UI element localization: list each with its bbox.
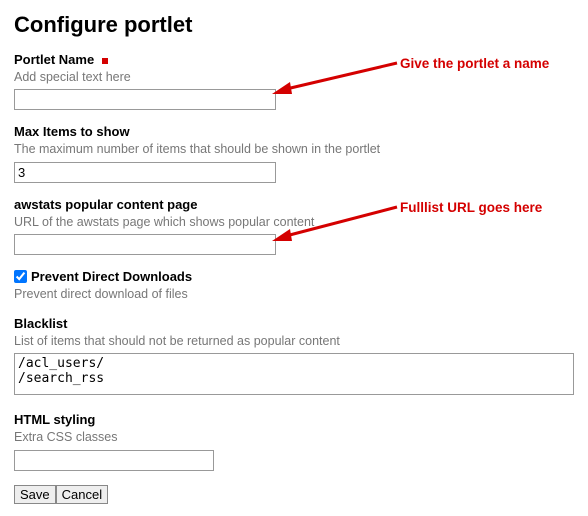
portlet-name-input[interactable] (14, 89, 276, 110)
annotation-name-text: Give the portlet a name (400, 56, 549, 71)
awstats-page-input[interactable] (14, 234, 276, 255)
required-marker-icon (102, 58, 108, 64)
annotation-url-text: Fulllist URL goes here (400, 200, 542, 215)
field-prevent-downloads: Prevent Direct Downloads Prevent direct … (14, 269, 574, 302)
blacklist-textarea[interactable]: /acl_users/ /search_rss (14, 353, 574, 395)
max-items-input[interactable] (14, 162, 276, 183)
max-items-help: The maximum number of items that should … (14, 141, 574, 157)
prevent-downloads-label: Prevent Direct Downloads (31, 269, 192, 284)
field-max-items: Max Items to show The maximum number of … (14, 124, 574, 182)
portlet-name-help: Add special text here (14, 69, 574, 85)
blacklist-help: List of items that should not be returne… (14, 333, 574, 349)
awstats-page-label: awstats popular content page (14, 197, 197, 212)
button-bar: SaveCancel (14, 485, 574, 504)
cancel-button[interactable]: Cancel (56, 485, 108, 504)
max-items-label: Max Items to show (14, 124, 130, 139)
field-html-styling: HTML styling Extra CSS classes (14, 412, 574, 470)
html-styling-label: HTML styling (14, 412, 95, 427)
portlet-name-label: Portlet Name (14, 52, 94, 67)
save-button[interactable]: Save (14, 485, 56, 504)
html-styling-input[interactable] (14, 450, 214, 471)
blacklist-label: Blacklist (14, 316, 67, 331)
prevent-downloads-help: Prevent direct download of files (14, 286, 574, 302)
field-blacklist: Blacklist List of items that should not … (14, 316, 574, 398)
awstats-page-help: URL of the awstats page which shows popu… (14, 214, 574, 230)
html-styling-help: Extra CSS classes (14, 429, 574, 445)
prevent-downloads-checkbox[interactable] (14, 270, 27, 283)
page-title: Configure portlet (14, 12, 574, 38)
